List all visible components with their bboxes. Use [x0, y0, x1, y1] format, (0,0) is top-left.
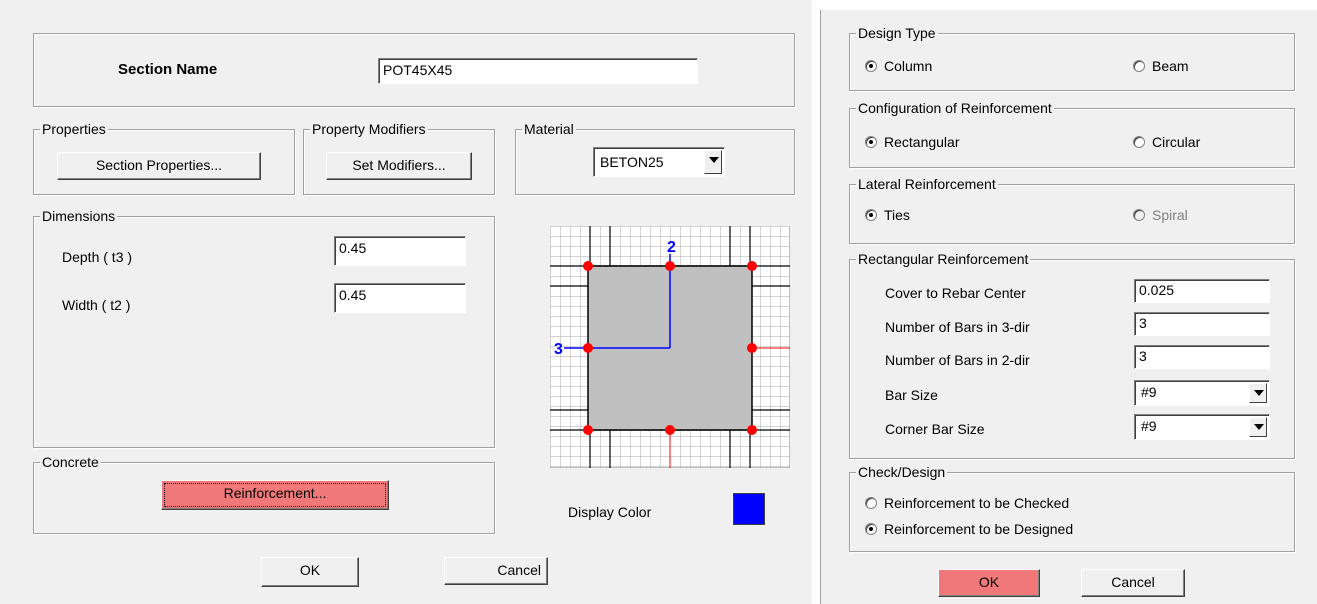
section-name-label: Section Name [118, 61, 218, 78]
width-label: Width ( t2 ) [62, 297, 131, 313]
radio-circular[interactable] [1133, 136, 1145, 148]
section-name-input[interactable]: POT45X45 [378, 58, 698, 84]
lateral-group: Lateral Reinforcement [849, 176, 1295, 244]
axis-3-label: 3 [554, 341, 563, 358]
bars-3dir-label: Number of Bars in 3-dir [885, 319, 1030, 335]
material-value: BETON25 [600, 154, 664, 170]
radio-column[interactable] [865, 60, 877, 72]
cover-input[interactable]: 0.025 [1134, 279, 1270, 303]
column-label[interactable]: Column [884, 58, 932, 74]
rebar-dot [583, 343, 593, 353]
dimensions-title: Dimensions [40, 208, 118, 224]
spiral-label: Spiral [1152, 207, 1188, 223]
checked-label[interactable]: Reinforcement to be Checked [884, 495, 1069, 511]
properties-title: Properties [40, 121, 108, 137]
bars-2dir-input[interactable]: 3 [1134, 345, 1270, 369]
width-input[interactable]: 0.45 [334, 283, 466, 313]
lateral-title: Lateral Reinforcement [856, 176, 998, 192]
rebar-dot [747, 343, 757, 353]
section-preview: 2 3 [550, 226, 790, 468]
bars-2dir-label: Number of Bars in 2-dir [885, 352, 1030, 368]
radio-ties[interactable] [865, 209, 877, 221]
rebar-dot [747, 425, 757, 435]
corner-bar-size-label: Corner Bar Size [885, 421, 985, 437]
chevron-down-icon[interactable] [1249, 383, 1267, 403]
concrete-title: Concrete [40, 454, 101, 470]
bar-size-value: #9 [1141, 384, 1157, 400]
radio-rectangular[interactable] [865, 136, 877, 148]
ok-button-red[interactable]: OK [938, 569, 1040, 597]
section-dialog: Section Name POT45X45 Properties Section… [0, 0, 812, 604]
rectangular-reinforcement-title: Rectangular Reinforcement [856, 251, 1031, 267]
bars-3dir-input[interactable]: 3 [1134, 312, 1270, 336]
design-type-title: Design Type [856, 25, 938, 41]
display-color-swatch[interactable] [733, 493, 765, 525]
material-title: Material [522, 121, 576, 137]
bar-size-label: Bar Size [885, 387, 938, 403]
rebar-dot [665, 261, 675, 271]
section-properties-button[interactable]: Section Properties... [57, 152, 261, 180]
rebar-dot [665, 425, 675, 435]
cancel-button[interactable]: Cancel [444, 557, 548, 585]
ties-label[interactable]: Ties [884, 207, 910, 223]
check-design-group: Check/Design [849, 464, 1295, 552]
display-color-label: Display Color [568, 504, 652, 520]
rebar-dot [583, 261, 593, 271]
reinforcement-dialog: Design Type Column Beam Configuration of… [820, 10, 1317, 604]
depth-label: Depth ( t3 ) [62, 249, 133, 265]
configuration-title: Configuration of Reinforcement [856, 100, 1054, 116]
corner-bar-size-value: #9 [1141, 418, 1157, 434]
check-design-title: Check/Design [856, 464, 948, 480]
radio-spiral [1133, 209, 1145, 221]
rectangular-label[interactable]: Rectangular [884, 134, 960, 150]
ok-button[interactable]: OK [261, 557, 359, 587]
material-select[interactable]: BETON25 [593, 147, 725, 177]
chevron-down-icon[interactable] [1249, 417, 1267, 437]
beam-label[interactable]: Beam [1152, 58, 1189, 74]
chevron-down-icon[interactable] [704, 150, 722, 174]
radio-designed[interactable] [865, 523, 877, 535]
corner-bar-size-select[interactable]: #9 [1134, 414, 1270, 440]
set-modifiers-button[interactable]: Set Modifiers... [326, 152, 472, 180]
radio-beam[interactable] [1133, 60, 1145, 72]
bar-size-select[interactable]: #9 [1134, 380, 1270, 406]
rebar-dot [747, 261, 757, 271]
cover-label: Cover to Rebar Center [885, 285, 1026, 301]
designed-label[interactable]: Reinforcement to be Designed [884, 521, 1073, 537]
property-modifiers-title: Property Modifiers [310, 121, 428, 137]
reinforcement-button[interactable]: Reinforcement... [161, 480, 389, 510]
cancel-button-right[interactable]: Cancel [1081, 569, 1185, 597]
circular-label[interactable]: Circular [1152, 134, 1200, 150]
depth-input[interactable]: 0.45 [334, 236, 466, 266]
rebar-dot [583, 425, 593, 435]
axis-2-label: 2 [667, 239, 676, 256]
radio-checked[interactable] [865, 497, 877, 509]
